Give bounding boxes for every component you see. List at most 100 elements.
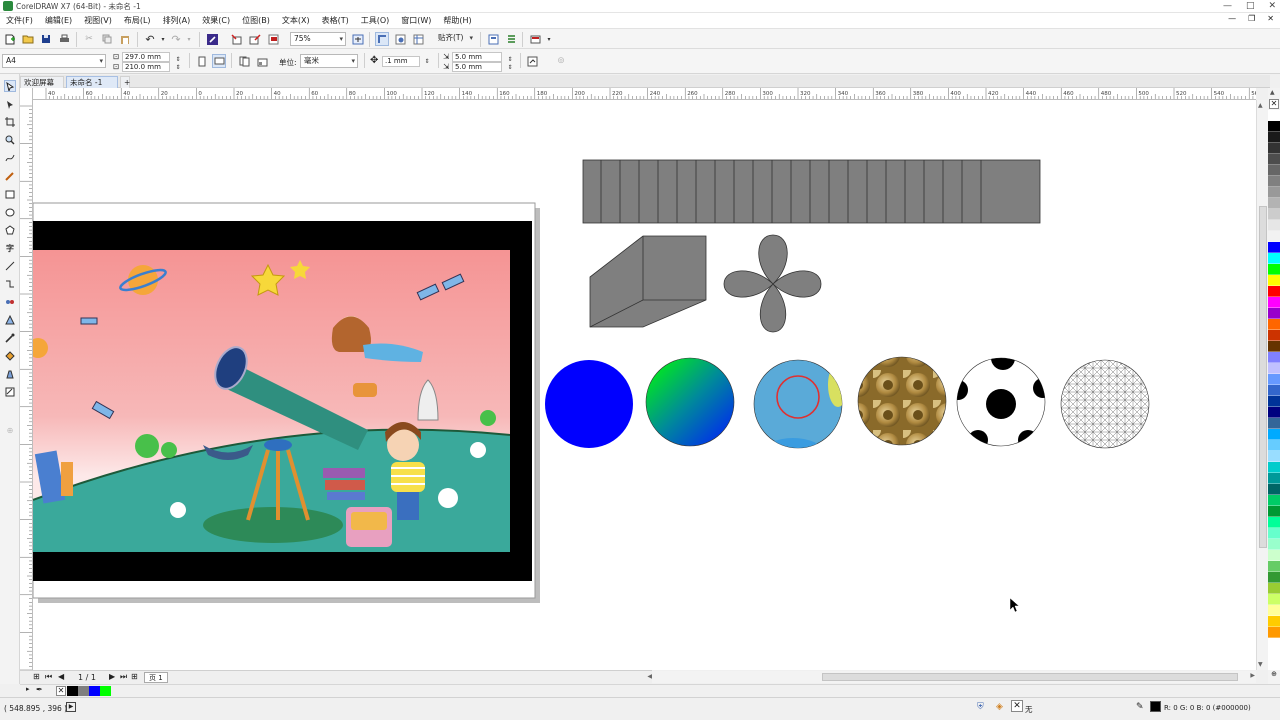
doc-palette-swatch[interactable] [100, 686, 111, 696]
artistic-media-icon[interactable] [4, 170, 16, 182]
palette-swatch[interactable] [1268, 396, 1280, 407]
doc-close-button[interactable]: ✕ [1267, 14, 1274, 23]
palette-swatch[interactable] [1268, 495, 1280, 506]
palette-swatch[interactable] [1268, 561, 1280, 572]
launcher-dropdown-icon[interactable]: ▾ [542, 32, 556, 46]
application-launcher-icon[interactable] [528, 32, 542, 46]
page-tab[interactable]: 页 1 [144, 672, 168, 683]
page-first-icon[interactable]: ⊞ [33, 672, 40, 681]
blue-circle[interactable] [545, 360, 633, 448]
outline-pen-icon[interactable] [4, 386, 16, 398]
play-icon[interactable]: ▶ [66, 702, 76, 712]
palette-swatch[interactable] [1268, 154, 1280, 165]
copy-icon[interactable] [100, 32, 114, 46]
kids-telescope-bitmap[interactable] [33, 221, 532, 581]
palette-swatch[interactable] [1268, 473, 1280, 484]
drawing-canvas[interactable] [33, 100, 1256, 670]
palette-options-icon[interactable]: ⊕ [1268, 670, 1280, 684]
palette-swatch[interactable] [1268, 297, 1280, 308]
redo-icon[interactable]: ↷ [169, 32, 183, 46]
palette-swatch[interactable] [1268, 231, 1280, 242]
undo-dropdown-icon[interactable]: ▾ [156, 32, 170, 46]
palette-swatch[interactable] [1268, 627, 1280, 638]
doc-palette-swatch[interactable] [67, 686, 78, 696]
page-height-field[interactable]: 210.0 mm [122, 62, 170, 72]
polygon-tool-icon[interactable] [4, 224, 16, 236]
smart-fill-icon[interactable] [4, 368, 16, 380]
new-document-icon[interactable] [3, 32, 17, 46]
menu-bitmaps[interactable]: 位图(B) [242, 15, 270, 26]
menu-effects[interactable]: 效果(C) [202, 15, 230, 26]
palette-swatch[interactable] [1268, 143, 1280, 154]
transparency-tool-icon[interactable] [4, 314, 16, 326]
vertical-scrollbar[interactable]: ▲ ▼ [1256, 100, 1268, 670]
close-button[interactable]: ✕ [1268, 0, 1276, 13]
menu-help[interactable]: 帮助(H) [443, 15, 471, 26]
minimize-button[interactable]: — [1223, 0, 1232, 13]
new-tab-button[interactable]: + [120, 76, 130, 88]
current-page-icon[interactable] [255, 54, 269, 68]
document-info-icon[interactable]: ⛨ [977, 702, 984, 712]
palette-swatch[interactable] [1268, 198, 1280, 209]
open-folder-icon[interactable] [21, 32, 35, 46]
palette-swatch[interactable] [1268, 506, 1280, 517]
page-next-icon[interactable]: ▶ [109, 672, 115, 681]
scroll-up-icon[interactable]: ▲ [1258, 102, 1263, 109]
save-icon[interactable] [39, 32, 53, 46]
scroll-down-icon[interactable]: ▼ [1258, 661, 1263, 668]
palette-swatch[interactable] [1268, 363, 1280, 374]
page-size-combo[interactable]: A4 [2, 54, 106, 68]
palette-swatch[interactable] [1268, 429, 1280, 440]
menu-text[interactable]: 文本(X) [282, 15, 310, 26]
add-tool-icon[interactable]: ⊕ [4, 424, 16, 436]
palette-swatch[interactable] [1268, 121, 1280, 132]
snap-to-dropdown[interactable]: 贴齐(T) [435, 32, 475, 46]
doc-palette-eyedropper-icon[interactable]: ✒ [36, 685, 43, 694]
publish-pdf-icon[interactable] [266, 32, 280, 46]
nudge-spinner-icon[interactable]: ⇕ [420, 54, 434, 68]
connector-tool-icon[interactable] [4, 278, 16, 290]
options-icon[interactable] [504, 32, 518, 46]
rectangle-tool-icon[interactable] [4, 188, 16, 200]
hscroll-right-icon[interactable]: ▶ [1250, 672, 1255, 679]
soccer-ball-circle[interactable] [948, 346, 1053, 450]
divided-gray-rectangle[interactable] [582, 159, 1041, 224]
textured-gold-circle[interactable] [857, 356, 947, 446]
import-icon[interactable] [230, 32, 244, 46]
palette-swatch[interactable] [1268, 264, 1280, 275]
outline-pen-status-icon[interactable]: ✎ [1136, 702, 1144, 712]
menu-tools[interactable]: 工具(O) [361, 15, 390, 26]
export-icon[interactable] [248, 32, 262, 46]
landscape-icon[interactable] [212, 54, 226, 68]
palette-swatch[interactable] [1268, 572, 1280, 583]
menu-layout[interactable]: 布局(L) [124, 15, 151, 26]
undo-icon[interactable]: ↶ [143, 32, 157, 46]
palette-swatch[interactable] [1268, 462, 1280, 473]
palette-swatch[interactable] [1268, 418, 1280, 429]
palette-swatch[interactable] [1268, 220, 1280, 231]
duplicate-y-field[interactable]: 5.0 mm [452, 62, 502, 72]
menu-window[interactable]: 窗口(W) [401, 15, 431, 26]
blend-tool-icon[interactable] [4, 296, 16, 308]
no-color-swatch-icon[interactable]: ✕ [1269, 99, 1279, 109]
units-combo[interactable]: 毫米 [300, 54, 358, 68]
page-width-field[interactable]: 297.0 mm [122, 52, 170, 62]
palette-swatch[interactable] [1268, 242, 1280, 253]
menu-arrange[interactable]: 排列(A) [163, 15, 191, 26]
fill-bucket-icon[interactable]: ◈ [996, 702, 1003, 712]
tab-untitled-1[interactable]: 未命名 -1 [66, 76, 118, 88]
zoom-level-combo[interactable]: 75% [290, 32, 346, 46]
search-content-icon[interactable] [205, 32, 219, 46]
palette-swatch[interactable] [1268, 583, 1280, 594]
doc-restore-button[interactable]: ❐ [1248, 14, 1255, 23]
horizontal-scrollbar[interactable]: ▶ [652, 671, 1256, 683]
doc-palette-arrow-icon[interactable]: ▸ [26, 685, 30, 693]
palette-swatch[interactable] [1268, 165, 1280, 176]
doc-palette-swatch[interactable] [78, 686, 89, 696]
full-screen-preview-icon[interactable] [351, 32, 365, 46]
palette-swatch[interactable] [1268, 187, 1280, 198]
menu-file[interactable]: 文件(F) [6, 15, 33, 26]
crop-tool-icon[interactable] [4, 116, 16, 128]
palette-swatch[interactable] [1268, 605, 1280, 616]
palette-swatch[interactable] [1268, 550, 1280, 561]
